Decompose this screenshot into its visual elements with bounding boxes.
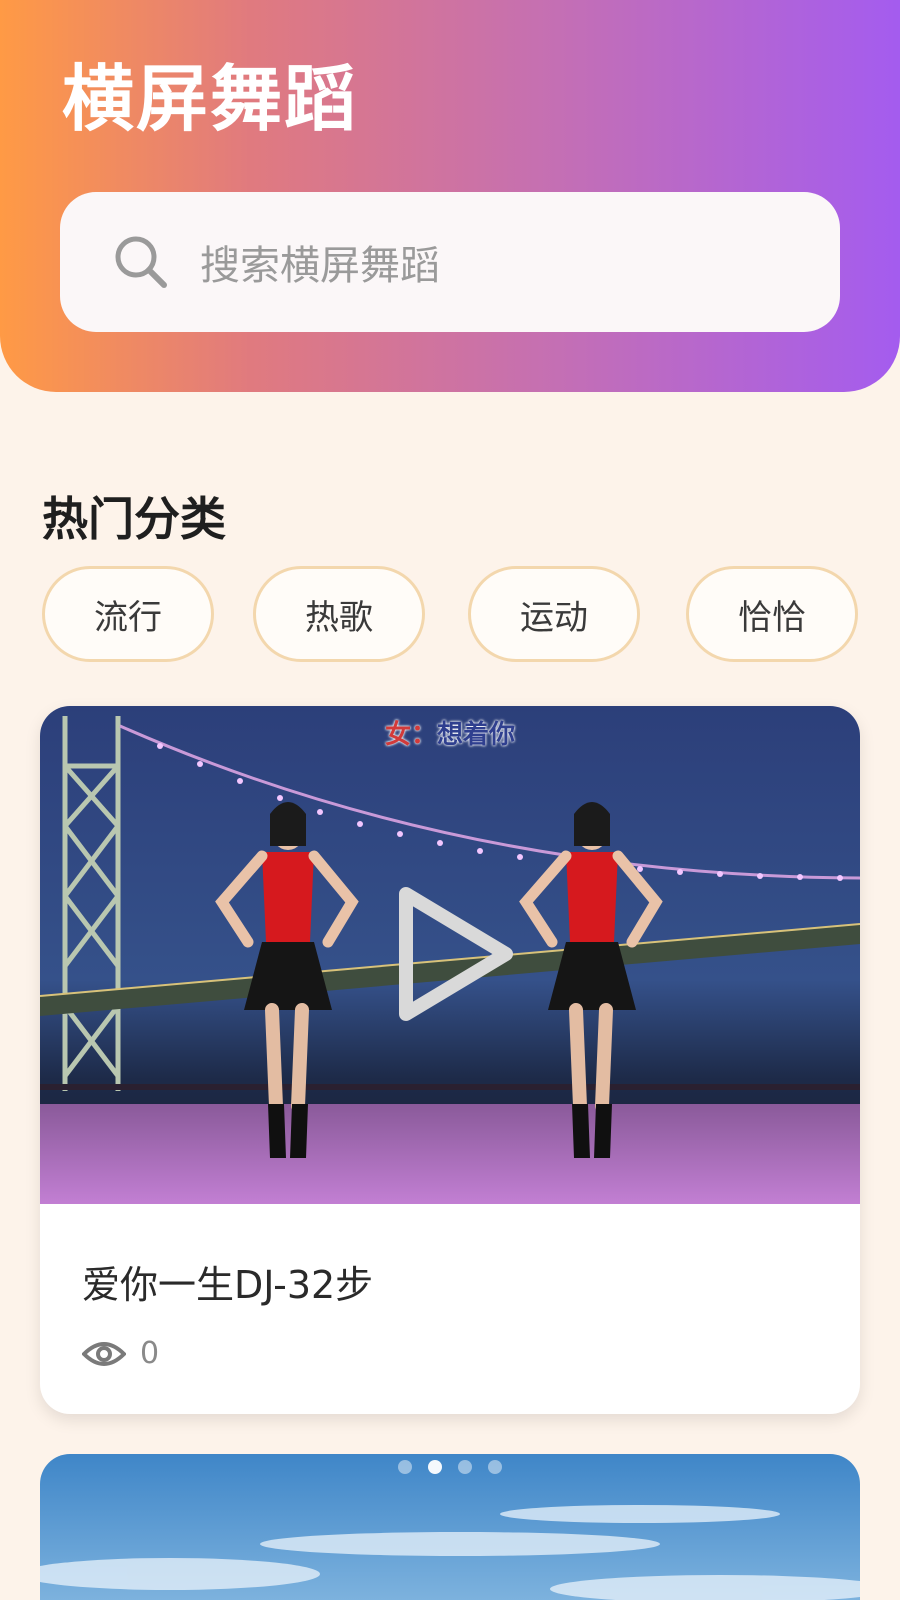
page-title: 横屏舞蹈 (62, 57, 359, 141)
carousel-dot-2[interactable] (428, 1460, 442, 1474)
carousel-dot-4[interactable] (488, 1460, 502, 1474)
video-subtitle: 女：想着你 (40, 714, 860, 751)
video-title[interactable]: 爱你一生DJ-32步 (82, 1254, 373, 1309)
video-card-next[interactable] (40, 1454, 860, 1600)
video-thumbnail-next[interactable] (40, 1454, 860, 1600)
view-counter: 0 (82, 1336, 159, 1371)
category-chip-sports[interactable]: 运动 (468, 566, 640, 662)
category-chip-pop[interactable]: 流行 (42, 566, 214, 662)
search-icon (115, 236, 167, 288)
view-count: 0 (140, 1336, 160, 1371)
category-chip-chacha[interactable]: 恰恰 (686, 566, 858, 662)
subtitle-speaker: 女： (384, 720, 437, 750)
video-card[interactable]: 女：想着你 爱你一生DJ-32步 0 (40, 706, 860, 1414)
eye-icon (82, 1341, 126, 1366)
section-title: 热门分类 (42, 492, 226, 546)
search-input[interactable]: 搜索横屏舞蹈 (200, 233, 440, 291)
carousel-dot-1[interactable] (398, 1460, 412, 1474)
carousel-dot-3[interactable] (458, 1460, 472, 1474)
play-icon[interactable] (398, 884, 518, 1024)
header: 横屏舞蹈 搜索横屏舞蹈 (0, 0, 900, 392)
search-bar[interactable]: 搜索横屏舞蹈 (60, 192, 840, 332)
subtitle-text: 想着你 (437, 720, 516, 750)
category-chip-hot-songs[interactable]: 热歌 (253, 566, 425, 662)
